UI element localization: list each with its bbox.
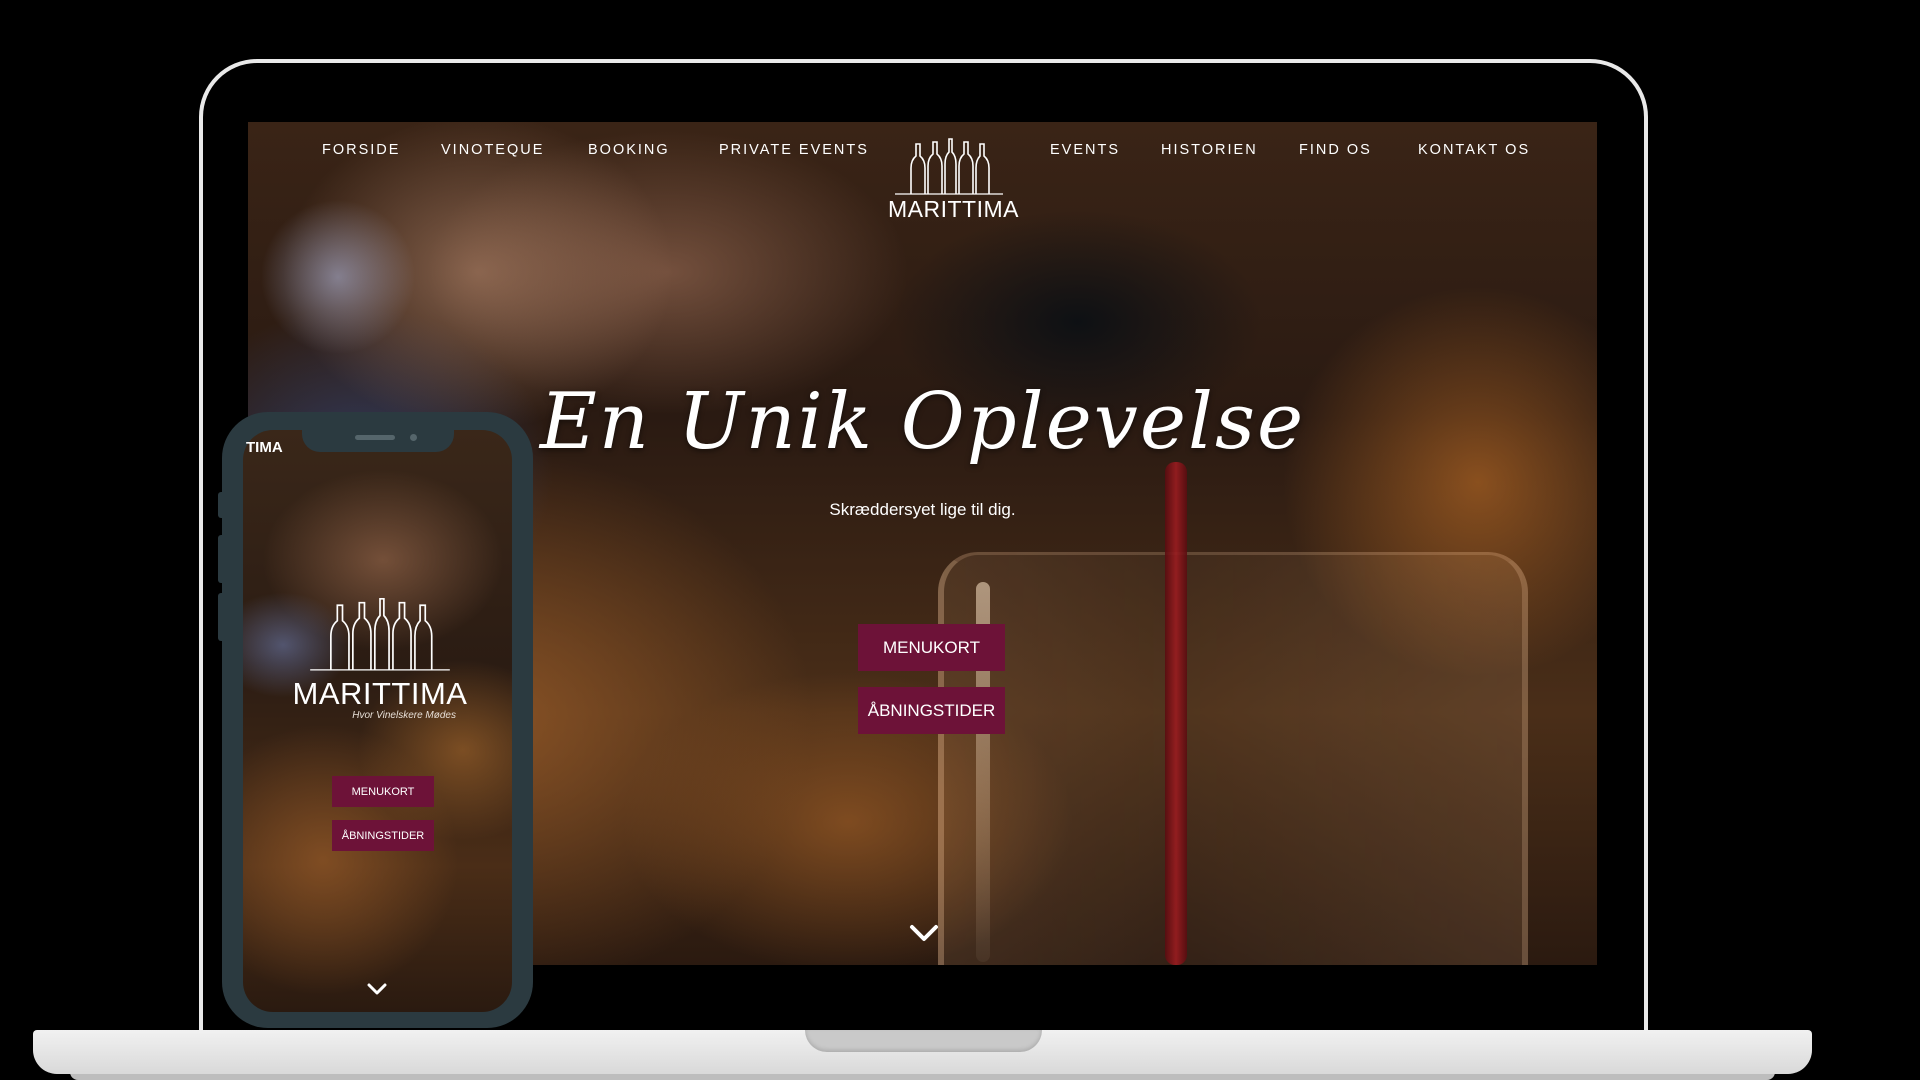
phone-logo-tagline: Hvor Vinelskere Mødes [352,710,456,721]
phone-notch [302,428,454,452]
wine-glass-image [938,552,1528,965]
nav-link-find-os[interactable]: FIND OS [1299,142,1372,158]
wine-stream-image [1165,462,1187,965]
laptop-notch [805,1030,1042,1052]
phone-menukort-button[interactable]: MENUKORT [332,776,434,807]
phone-header-text: TIMA [246,439,283,456]
chevron-down-icon[interactable] [908,922,940,944]
nav-link-vinoteque[interactable]: VINOTEQUE [441,142,544,158]
mockup-stage: FORSIDE VINOTEQUE BOOKING PRIVATE EVENTS… [0,0,1920,1080]
phone-camera [410,434,417,441]
phone-logo[interactable]: MARITTIMA Hvor Vinelskere Mødes [290,596,470,721]
phone-abningstider-button[interactable]: ÅBNINGSTIDER [332,820,434,851]
nav-link-forside[interactable]: FORSIDE [322,142,400,158]
nav-link-historien[interactable]: HISTORIEN [1161,142,1258,158]
site-logo[interactable]: MARITTIMA [888,138,1019,228]
phone-speaker [355,435,395,440]
nav-link-events[interactable]: EVENTS [1050,142,1120,158]
menukort-button[interactable]: MENUKORT [858,624,1005,671]
main-nav: FORSIDE VINOTEQUE BOOKING PRIVATE EVENTS… [248,122,1597,232]
wine-bottles-icon [310,597,450,671]
chevron-down-icon[interactable] [366,982,388,997]
nav-link-booking[interactable]: BOOKING [588,142,670,158]
phone-screen [243,430,512,1012]
wine-bottles-icon [895,138,1003,195]
nav-link-private-events[interactable]: PRIVATE EVENTS [719,142,869,158]
logo-text: MARITTIMA [888,196,1019,222]
abningstider-button[interactable]: ÅBNINGSTIDER [858,687,1005,734]
nav-link-kontakt-os[interactable]: KONTAKT OS [1418,142,1530,158]
phone-logo-text: MARITTIMA [292,676,468,711]
